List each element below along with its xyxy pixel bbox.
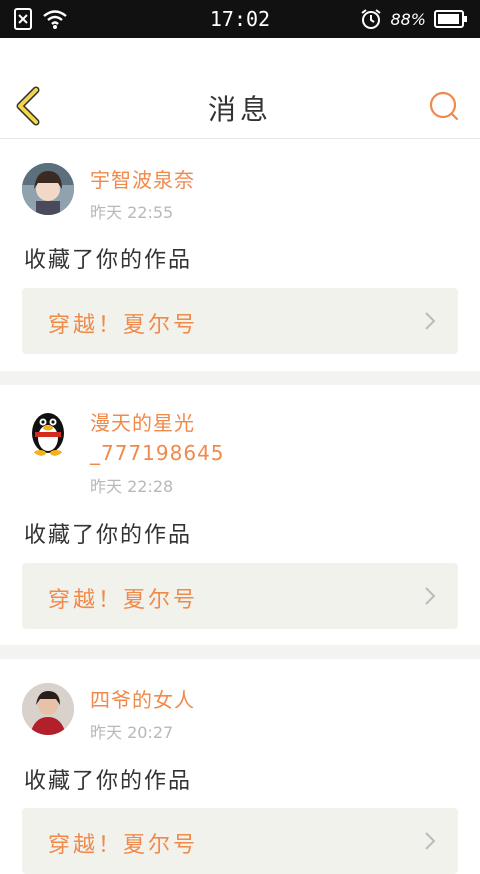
avatar-image — [22, 683, 74, 735]
chevron-right-icon — [425, 587, 436, 605]
avatar[interactable] — [22, 163, 74, 215]
work-link[interactable]: 穿越！夏尔号 — [22, 563, 458, 629]
work-title: 穿越！夏尔号 — [48, 833, 199, 858]
divider — [0, 371, 480, 385]
list-item: 宇智波泉奈 昨天 22:55 收藏了你的作品 穿越！夏尔号 — [0, 139, 480, 371]
list-item: 四爷的女人 昨天 20:27 收藏了你的作品 穿越！夏尔号 — [0, 659, 480, 874]
message-action: 收藏了你的作品 — [24, 769, 193, 794]
message-time: 昨天 20:27 — [90, 723, 174, 742]
work-link[interactable]: 穿越！夏尔号 — [22, 288, 458, 354]
user-name[interactable]: 漫天的星光 — [90, 409, 195, 437]
chevron-right-icon — [425, 312, 436, 330]
search-icon[interactable] — [428, 90, 460, 122]
user-name[interactable]: 宇智波泉奈 — [90, 166, 195, 194]
status-bar: 17:02 88% — [0, 0, 480, 38]
work-title: 穿越！夏尔号 — [48, 588, 199, 613]
message-action: 收藏了你的作品 — [24, 523, 193, 548]
message-time: 昨天 22:28 — [90, 477, 174, 496]
avatar-image — [22, 163, 74, 215]
chevron-right-icon — [425, 832, 436, 850]
battery-icon — [434, 10, 467, 28]
header-bar: 消息 — [0, 38, 480, 139]
avatar[interactable] — [22, 683, 74, 735]
battery-percent: 88% — [390, 9, 426, 29]
alarm-icon — [361, 9, 382, 29]
divider — [0, 645, 480, 659]
message-action: 收藏了你的作品 — [24, 248, 193, 273]
user-name-line2[interactable]: _777198645 — [90, 439, 225, 467]
status-right: 88% — [360, 8, 468, 30]
user-name[interactable]: 四爷的女人 — [90, 686, 195, 714]
qq-penguin-icon — [32, 413, 64, 456]
avatar[interactable] — [22, 405, 74, 457]
message-time: 昨天 22:55 — [90, 203, 174, 222]
list-item: 漫天的星光 _777198645 昨天 22:28 收藏了你的作品 穿越！夏尔号 — [0, 385, 480, 645]
page-title: 消息 — [207, 93, 272, 126]
work-title: 穿越！夏尔号 — [48, 313, 199, 338]
work-link[interactable]: 穿越！夏尔号 — [22, 808, 458, 874]
